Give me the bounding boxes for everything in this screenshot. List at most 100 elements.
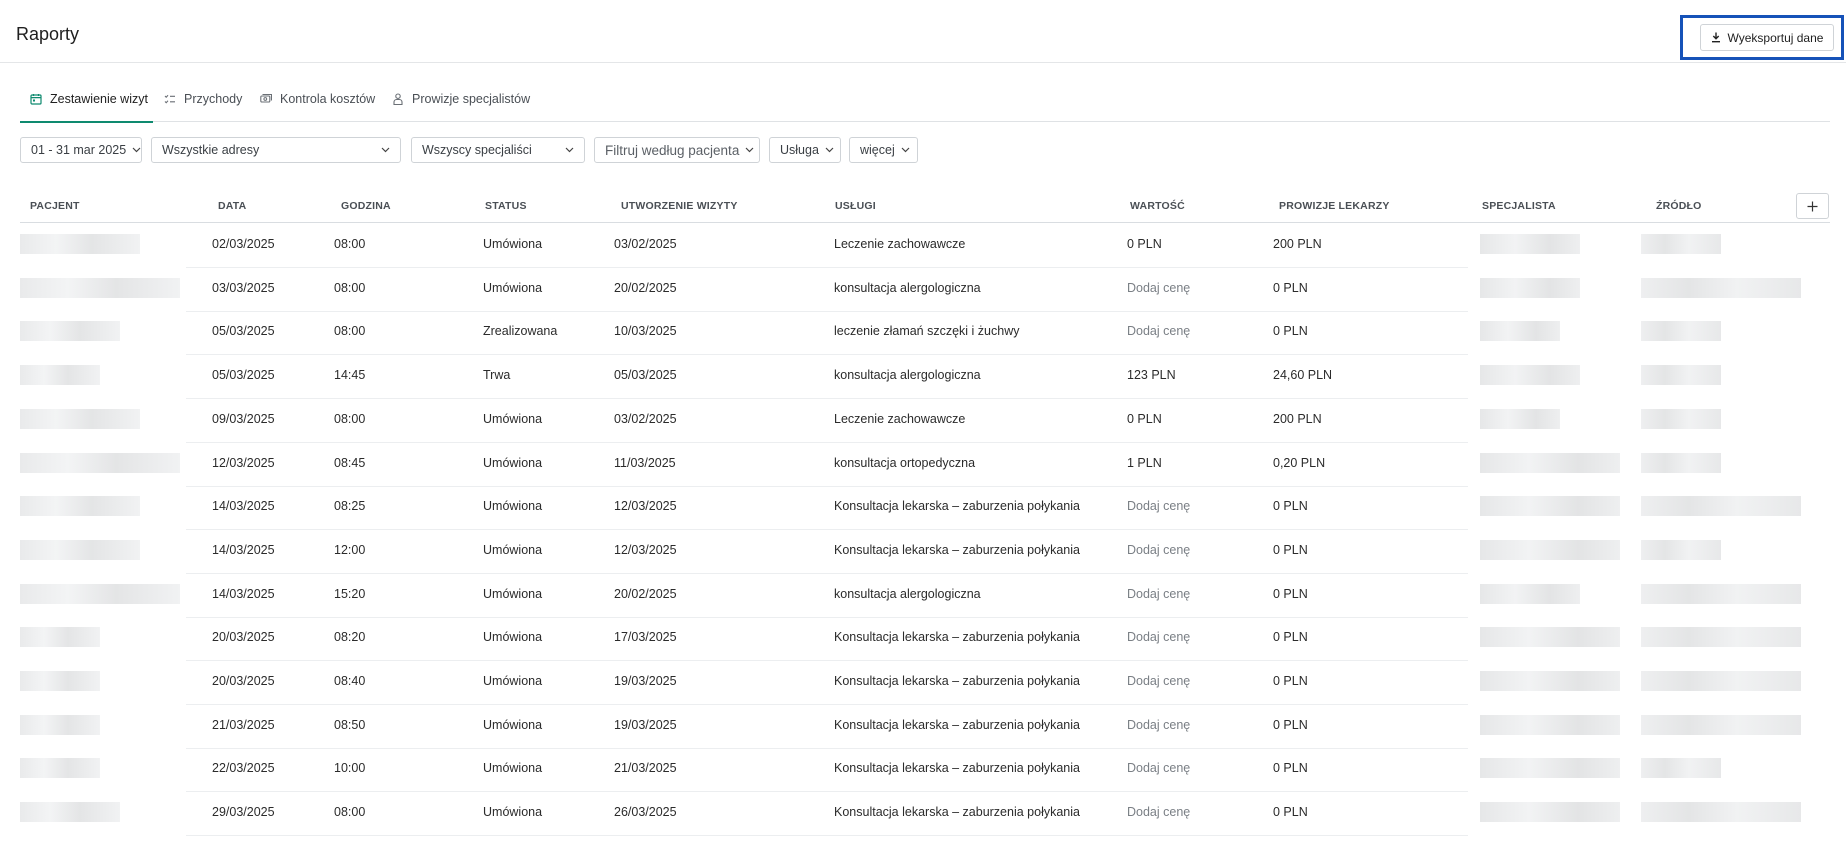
tab-label: Przychody — [184, 92, 243, 106]
chevron-down-icon — [381, 147, 390, 153]
cell-value: 123 PLN — [1127, 368, 1176, 382]
tab-kontrola-kosztow[interactable]: Kontrola kosztów — [260, 86, 375, 122]
table-row[interactable]: 03/03/2025 08:00 Umówiona 20/02/2025 konsult… — [0, 268, 1846, 312]
add-price-link[interactable]: Dodaj cenę — [1127, 761, 1190, 775]
cell-time: 12:00 — [334, 543, 366, 557]
cell-created: 03/02/2025 — [614, 412, 677, 426]
add-price-link[interactable]: Dodaj cenę — [1127, 499, 1190, 513]
add-price-link[interactable]: Dodaj cenę — [1127, 718, 1190, 732]
specialist-redacted — [1480, 453, 1620, 473]
col-zrodlo[interactable]: ŹRÓDŁO — [1656, 200, 1702, 212]
add-price-link[interactable]: Dodaj cenę — [1127, 281, 1190, 295]
cell-status: Umówiona — [483, 674, 543, 688]
cell-created: 20/02/2025 — [614, 281, 677, 295]
source-redacted — [1641, 540, 1721, 560]
cell-status: Umówiona — [483, 543, 543, 557]
table-row[interactable]: 22/03/2025 10:00 Umówiona 21/03/2025 Konsult… — [0, 748, 1846, 792]
table-row[interactable]: 21/03/2025 08:50 Umówiona 19/03/2025 Konsult… — [0, 705, 1846, 749]
tab-przychody[interactable]: Przychody — [164, 86, 242, 122]
cell-time: 08:20 — [334, 630, 366, 644]
cell-commission: 200 PLN — [1273, 412, 1322, 426]
cell-created: 19/03/2025 — [614, 674, 677, 688]
col-specjalista[interactable]: SPECJALISTA — [1482, 200, 1556, 212]
table-row[interactable]: 05/03/2025 08:00 Zrealizowana 10/03/2025 lec… — [0, 311, 1846, 355]
patient-name-redacted — [20, 321, 120, 341]
table-row[interactable]: 05/03/2025 14:45 Trwa 05/03/2025 konsultacja… — [0, 355, 1846, 399]
tab-zestawienie-wizyt[interactable]: Zestawienie wizyt — [20, 86, 153, 123]
add-price-link[interactable]: Dodaj cenę — [1127, 543, 1190, 557]
specialists-select[interactable]: Wszyscy specjaliści — [411, 137, 585, 163]
tab-prowizje-specjalistow[interactable]: Prowizje specjalistów — [392, 86, 530, 122]
patient-name-redacted — [20, 802, 120, 822]
specialist-redacted — [1480, 715, 1620, 735]
cell-time: 08:50 — [334, 718, 366, 732]
more-filters-value: więcej — [860, 143, 895, 157]
tab-label: Zestawienie wizyt — [50, 92, 148, 106]
table-row[interactable]: 29/03/2025 08:00 Umówiona 26/03/2025 Konsult… — [0, 792, 1846, 836]
source-redacted — [1641, 365, 1721, 385]
specialist-redacted — [1480, 496, 1620, 516]
col-prowizje-lekarzy[interactable]: PROWIZJE LEKARZY — [1279, 200, 1390, 212]
patient-filter-select[interactable]: Filtruj według pacjenta — [594, 137, 760, 163]
table-row[interactable]: 20/03/2025 08:40 Umówiona 19/03/2025 Konsult… — [0, 661, 1846, 705]
cell-commission: 0 PLN — [1273, 805, 1308, 819]
table-row[interactable]: 14/03/2025 08:25 Umówiona 12/03/2025 Konsult… — [0, 486, 1846, 530]
col-data[interactable]: DATA — [218, 200, 246, 212]
cell-date: 21/03/2025 — [212, 718, 275, 732]
cell-date: 20/03/2025 — [212, 630, 275, 644]
cell-commission: 0 PLN — [1273, 499, 1308, 513]
col-wartosc[interactable]: WARTOŚĆ — [1130, 200, 1185, 212]
patient-name-redacted — [20, 671, 100, 691]
table-row[interactable]: 14/03/2025 15:20 Umówiona 20/02/2025 konsult… — [0, 574, 1846, 618]
col-status[interactable]: STATUS — [485, 200, 527, 212]
add-column-button[interactable] — [1796, 193, 1829, 219]
cell-created: 19/03/2025 — [614, 718, 677, 732]
table-row[interactable]: 20/03/2025 08:20 Umówiona 17/03/2025 Konsult… — [0, 617, 1846, 661]
service-select[interactable]: Usługa — [769, 137, 841, 163]
cell-service: konsultacja alergologiczna — [834, 281, 981, 295]
specialist-redacted — [1480, 671, 1620, 691]
cell-created: 21/03/2025 — [614, 761, 677, 775]
add-price-link[interactable]: Dodaj cenę — [1127, 674, 1190, 688]
cell-date: 14/03/2025 — [212, 587, 275, 601]
cell-created: 12/03/2025 — [614, 499, 677, 513]
cell-date: 20/03/2025 — [212, 674, 275, 688]
table-row[interactable]: 12/03/2025 08:45 Umówiona 11/03/2025 konsult… — [0, 443, 1846, 487]
export-data-button[interactable]: Wyeksportuj dane — [1700, 24, 1834, 51]
table-row[interactable]: 14/03/2025 12:00 Umówiona 12/03/2025 Konsult… — [0, 530, 1846, 574]
cell-commission: 0 PLN — [1273, 718, 1308, 732]
specialist-redacted — [1480, 540, 1620, 560]
cell-status: Umówiona — [483, 281, 543, 295]
add-price-link[interactable]: Dodaj cenę — [1127, 587, 1190, 601]
more-filters-select[interactable]: więcej — [849, 137, 918, 163]
address-select[interactable]: Wszystkie adresy — [151, 137, 401, 163]
source-redacted — [1641, 715, 1801, 735]
cell-commission: 0 PLN — [1273, 324, 1308, 338]
cell-date: 14/03/2025 — [212, 499, 275, 513]
add-price-link[interactable]: Dodaj cenę — [1127, 630, 1190, 644]
col-uslugi[interactable]: USŁUGI — [835, 200, 876, 212]
source-redacted — [1641, 496, 1801, 516]
cell-status: Umówiona — [483, 630, 543, 644]
specialist-redacted — [1480, 802, 1620, 822]
add-price-link[interactable]: Dodaj cenę — [1127, 324, 1190, 338]
cell-status: Umówiona — [483, 761, 543, 775]
table-row[interactable]: 02/03/2025 08:00 Umówiona 03/02/2025 Leczeni… — [0, 224, 1846, 268]
cell-created: 05/03/2025 — [614, 368, 677, 382]
patient-name-redacted — [20, 584, 180, 604]
col-utworzenie-wizyty[interactable]: UTWORZENIE WIZYTY — [621, 200, 738, 212]
cell-time: 08:00 — [334, 805, 366, 819]
cell-time: 08:40 — [334, 674, 366, 688]
col-pacjent[interactable]: PACJENT — [30, 200, 80, 212]
patient-name-redacted — [20, 453, 180, 473]
date-range-select[interactable]: 01 - 31 mar 2025 — [20, 137, 142, 163]
col-godzina[interactable]: GODZINA — [341, 200, 391, 212]
cell-time: 08:00 — [334, 324, 366, 338]
add-price-link[interactable]: Dodaj cenę — [1127, 805, 1190, 819]
person-icon — [393, 93, 403, 105]
cell-service: konsultacja ortopedyczna — [834, 456, 976, 470]
patient-name-redacted — [20, 627, 100, 647]
cell-service: Konsultacja lekarska – zaburzenia połyka… — [834, 674, 1080, 688]
cell-service: Konsultacja lekarska – zaburzenia połyka… — [834, 805, 1080, 819]
table-row[interactable]: 09/03/2025 08:00 Umówiona 03/02/2025 Leczeni… — [0, 399, 1846, 443]
